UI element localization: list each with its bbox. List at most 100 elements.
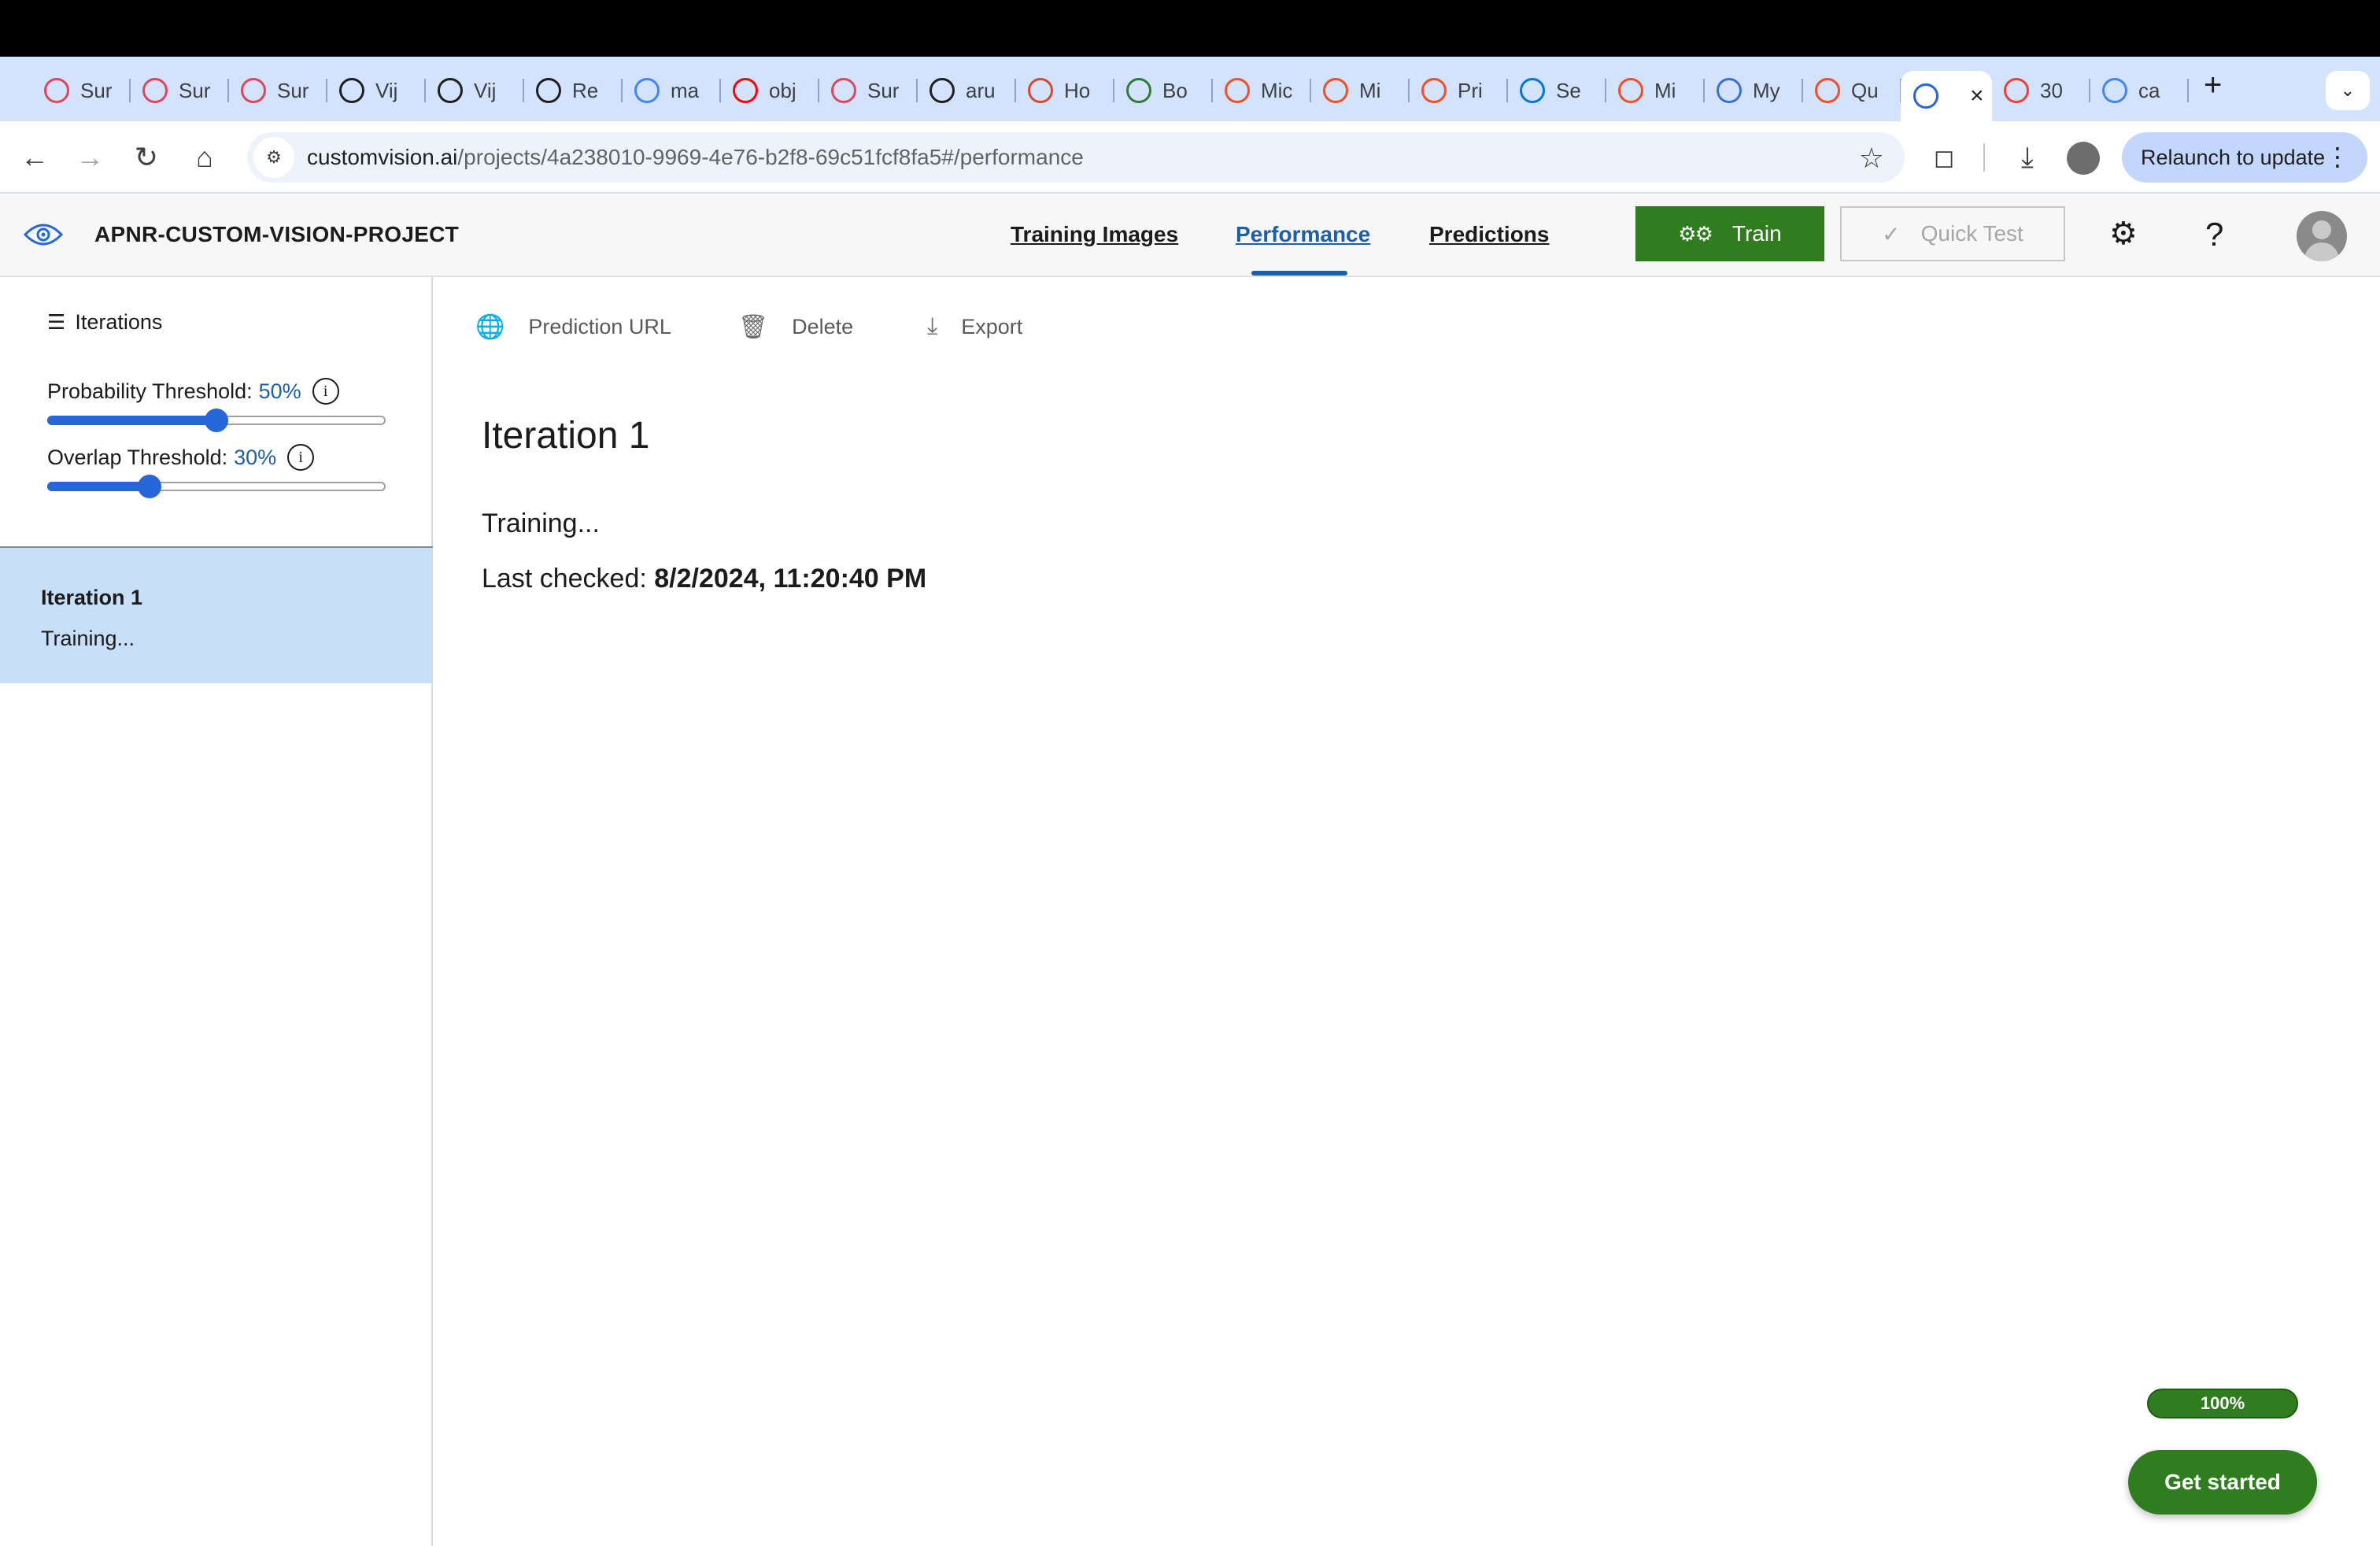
- site-info-icon[interactable]: ⚙: [253, 137, 294, 178]
- close-tab-icon[interactable]: ×: [1970, 83, 1984, 109]
- microsoft-icon: [1618, 78, 1643, 103]
- info-icon[interactable]: i: [312, 378, 339, 405]
- profile-avatar[interactable]: [2067, 142, 2100, 175]
- browser-tab[interactable]: Vij: [327, 71, 426, 110]
- download-icon: ⤓: [2021, 140, 2034, 173]
- get-started-button[interactable]: Get started: [2128, 1450, 2317, 1515]
- browser-tab[interactable]: Se: [1507, 71, 1606, 110]
- browser-tab[interactable]: Sur: [130, 71, 229, 110]
- browser-tab[interactable]: Mi: [1606, 71, 1705, 110]
- tab-title: Sur: [277, 78, 309, 102]
- browser-tab[interactable]: ca: [2090, 71, 2189, 110]
- new-tab-button[interactable]: +: [2204, 68, 2222, 103]
- arrow-left-icon: ←: [20, 141, 49, 173]
- browser-tab-strip: Sur Sur Sur Vij Vij Re ma obj Sur aru Ho Bo Mic Mi Pri…: [0, 57, 2380, 121]
- arrow-right-icon: →: [76, 141, 104, 173]
- iteration-name: Iteration 1: [41, 586, 143, 609]
- chevron-down-icon: ⌄: [2340, 80, 2356, 100]
- screen-top-bar: [0, 0, 2380, 57]
- reload-button[interactable]: ↻: [124, 135, 168, 179]
- tab-title: My: [1753, 78, 1780, 102]
- bookmark-star-icon[interactable]: ☆: [1859, 142, 1884, 175]
- overlap-threshold-label: Overlap Threshold: 30% i: [47, 444, 315, 471]
- tab-performance[interactable]: Performance: [1236, 222, 1370, 247]
- browser-tab[interactable]: Sur: [31, 71, 131, 110]
- train-button[interactable]: ⚙⚙ Train: [1635, 206, 1824, 261]
- back-button[interactable]: ←: [13, 135, 57, 179]
- tab-separator: [2187, 79, 2189, 102]
- browser-tab[interactable]: Vij: [425, 71, 524, 110]
- browser-tab[interactable]: Pri: [1409, 71, 1508, 110]
- check-icon: ✓: [1882, 221, 1901, 246]
- avatar-body: [2304, 242, 2339, 261]
- address-bar[interactable]: ⚙ customvision.ai/projects/4a238010-9969…: [247, 132, 1905, 183]
- browser-tab[interactable]: obj: [720, 71, 819, 110]
- tab-predictions[interactable]: Predictions: [1429, 222, 1549, 247]
- prediction-url-button[interactable]: 🌐 Prediction URL: [475, 313, 671, 341]
- tab-training-images[interactable]: Training Images: [1011, 222, 1178, 247]
- browser-tab[interactable]: Ho: [1015, 71, 1114, 110]
- browser-tab[interactable]: Qu: [1802, 71, 1901, 110]
- github-icon: [438, 78, 463, 103]
- browser-tab[interactable]: 30: [1991, 71, 2090, 110]
- globe-icon: [1028, 78, 1053, 103]
- iteration-list-item[interactable]: Iteration 1 Training...: [0, 548, 433, 683]
- browser-tab[interactable]: Sur: [819, 71, 918, 110]
- probability-threshold-slider[interactable]: [47, 409, 386, 432]
- microsoft-icon: [1323, 78, 1348, 103]
- tab-title: Vij: [375, 78, 398, 102]
- check-icon: [1717, 78, 1742, 103]
- user-avatar[interactable]: [2297, 211, 2347, 261]
- tab-title: Sur: [179, 78, 211, 102]
- trash-icon: 🗑: [738, 314, 769, 340]
- microsoft-icon: [1421, 78, 1447, 103]
- microsoft-icon: [1225, 78, 1250, 103]
- tab-title: Sur: [80, 78, 113, 102]
- train-label: Train: [1731, 221, 1782, 246]
- active-tab-indicator: [1251, 271, 1347, 276]
- export-label: Export: [961, 314, 1023, 338]
- tab-search-button[interactable]: ⌄: [2326, 71, 2370, 110]
- delete-button[interactable]: 🗑 Delete: [738, 313, 853, 341]
- relaunch-to-update-button[interactable]: Relaunch to update ⋮: [2122, 132, 2367, 183]
- probability-threshold-label: Probability Threshold: 50% i: [47, 378, 339, 405]
- tab-title: ca: [2138, 78, 2160, 102]
- browser-tab[interactable]: My: [1704, 71, 1803, 110]
- slider-thumb[interactable]: [137, 475, 161, 498]
- browser-tab[interactable]: aru: [917, 71, 1016, 110]
- browser-tab[interactable]: Bo: [1114, 71, 1213, 110]
- browser-tab[interactable]: Mic: [1212, 71, 1311, 110]
- overlap-threshold-slider[interactable]: [47, 475, 386, 498]
- slider-thumb[interactable]: [205, 409, 228, 432]
- url-text[interactable]: customvision.ai/projects/4a238010-9969-4…: [307, 145, 1084, 170]
- settings-gear-icon[interactable]: ⚙: [2109, 216, 2138, 252]
- browser-tab[interactable]: Re: [523, 71, 623, 110]
- custom-vision-eye-icon[interactable]: [24, 219, 63, 250]
- overlap-threshold-text: Overlap Threshold:: [47, 445, 228, 469]
- quick-test-button[interactable]: ✓ Quick Test: [1840, 206, 2065, 261]
- tab-title: Vij: [474, 78, 497, 102]
- extensions-button[interactable]: ◻: [1922, 135, 1966, 179]
- last-checked-value: 8/2/2024, 11:20:40 PM: [654, 564, 927, 594]
- home-button[interactable]: ⌂: [183, 135, 227, 179]
- download-icon: ⤓: [927, 313, 938, 339]
- tab-title: Bo: [1162, 78, 1188, 102]
- export-button[interactable]: ⤓ Export: [927, 313, 1022, 340]
- info-icon[interactable]: i: [287, 444, 315, 471]
- iteration-title: Iteration 1: [482, 415, 650, 457]
- browser-tab[interactable]: ma: [622, 71, 721, 110]
- home-icon: ⌂: [196, 141, 213, 173]
- downloads-button[interactable]: ⤓: [2005, 135, 2049, 179]
- custom-vision-icon: [1913, 83, 1938, 109]
- last-checked-label: Last checked:: [482, 564, 647, 594]
- forward-button[interactable]: →: [68, 135, 112, 179]
- avatar-head: [2312, 220, 2331, 239]
- swirl-icon: [831, 78, 856, 103]
- help-icon[interactable]: ?: [2205, 216, 2223, 253]
- book-icon: [1126, 78, 1151, 103]
- browser-tab[interactable]: Sur: [228, 71, 327, 110]
- browser-tab[interactable]: Mi: [1310, 71, 1410, 110]
- browser-tab-active[interactable]: ×: [1901, 71, 1992, 121]
- gmail-icon: [2004, 78, 2029, 103]
- google-icon: [634, 78, 660, 103]
